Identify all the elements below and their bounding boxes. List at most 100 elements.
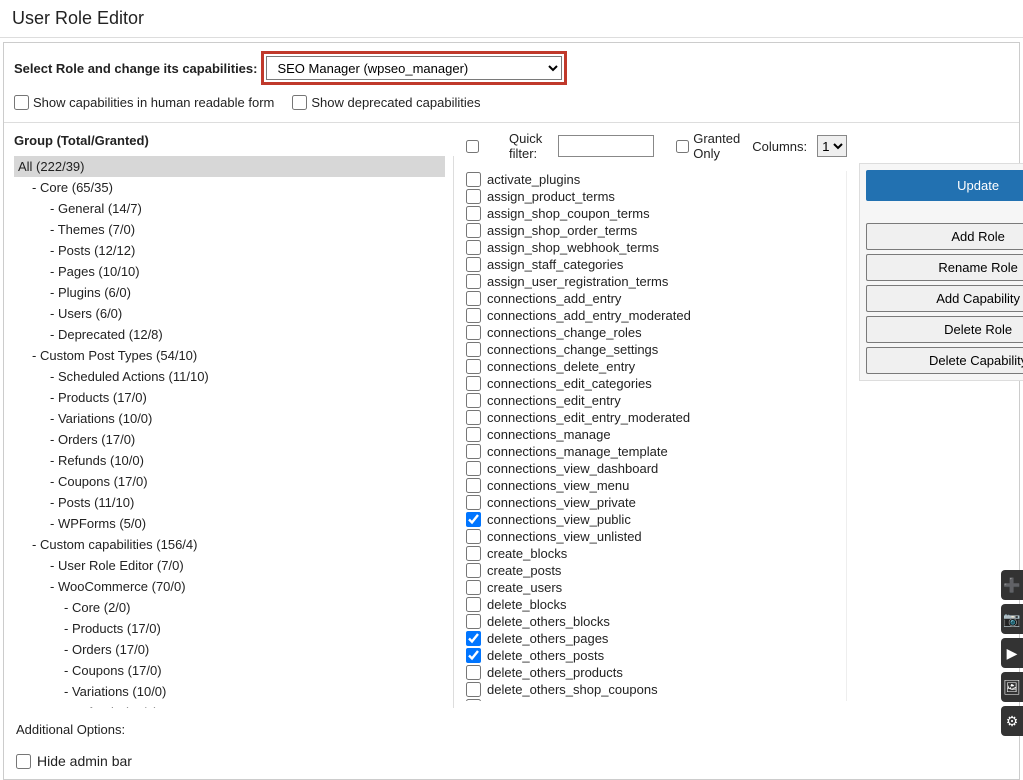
capability-checkbox[interactable] [466, 274, 481, 289]
capability-checkbox[interactable] [466, 189, 481, 204]
page-title: User Role Editor [0, 0, 1023, 38]
delete-capability-button[interactable]: Delete Capability [866, 347, 1023, 374]
right-dock: ➕ 📷 ▶ 🖼 ⚙ [1001, 570, 1023, 740]
capability-checkbox[interactable] [466, 393, 481, 408]
capability-checkbox[interactable] [466, 359, 481, 374]
group-item[interactable]: Products (17/0) [14, 618, 445, 639]
capability-label: connections_change_settings [487, 342, 658, 357]
group-item[interactable]: Plugins (6/0) [14, 282, 445, 303]
group-item[interactable]: Products (17/0) [14, 387, 445, 408]
granted-only-checkbox[interactable] [676, 139, 689, 154]
deprecated-checkbox[interactable] [292, 95, 307, 110]
delete-role-button[interactable]: Delete Role [866, 316, 1023, 343]
capability-label: connections_add_entry [487, 291, 621, 306]
capability-checkbox[interactable] [466, 495, 481, 510]
group-item[interactable]: User Role Editor (7/0) [14, 555, 445, 576]
group-item[interactable]: Coupons (17/0) [14, 471, 445, 492]
dock-icon[interactable]: 🖼 [1001, 672, 1023, 702]
capability-checkbox[interactable] [466, 172, 481, 187]
capability-checkbox[interactable] [466, 291, 481, 306]
group-item[interactable]: Users (6/0) [14, 303, 445, 324]
capability-label: delete_others_pages [487, 631, 608, 646]
dock-icon[interactable]: ⚙ [1001, 706, 1023, 736]
capability-checkbox[interactable] [466, 478, 481, 493]
group-item[interactable]: General (14/7) [14, 198, 445, 219]
group-item[interactable]: Variations (10/0) [14, 681, 445, 702]
group-item[interactable]: Themes (7/0) [14, 219, 445, 240]
group-item[interactable]: Custom capabilities (156/4) [14, 534, 445, 555]
group-item[interactable]: WooCommerce (70/0) [14, 576, 445, 597]
capability-checkbox[interactable] [466, 529, 481, 544]
capability-checkbox[interactable] [466, 240, 481, 255]
rename-role-button[interactable]: Rename Role [866, 254, 1023, 281]
role-select[interactable]: SEO Manager (wpseo_manager) [266, 56, 562, 80]
capability-label: delete_others_shop_coupons [487, 682, 658, 697]
capability-checkbox[interactable] [466, 699, 481, 701]
capability-label: create_posts [487, 563, 561, 578]
update-button[interactable]: Update [866, 170, 1023, 201]
action-panel: Update Add Role Rename Role Add Capabili… [859, 163, 1023, 381]
add-capability-button[interactable]: Add Capability [866, 285, 1023, 312]
capability-checkbox[interactable] [466, 444, 481, 459]
add-role-button[interactable]: Add Role [866, 223, 1023, 250]
capability-checkbox[interactable] [466, 342, 481, 357]
group-item[interactable]: WPForms (5/0) [14, 513, 445, 534]
group-item[interactable]: All (222/39) [14, 156, 445, 177]
group-item[interactable]: Coupons (17/0) [14, 660, 445, 681]
capability-checkbox[interactable] [466, 563, 481, 578]
group-item[interactable]: Orders (17/0) [14, 429, 445, 450]
group-item[interactable]: Core (65/35) [14, 177, 445, 198]
dock-icon[interactable]: ➕ [1001, 570, 1023, 600]
capability-checkbox[interactable] [466, 461, 481, 476]
select-all-checkbox[interactable] [466, 139, 479, 154]
capability-checkbox[interactable] [466, 325, 481, 340]
group-item[interactable]: Variations (10/0) [14, 408, 445, 429]
group-item[interactable]: Posts (12/12) [14, 240, 445, 261]
capability-checkbox[interactable] [466, 308, 481, 323]
capability-checkbox[interactable] [466, 682, 481, 697]
capability-row: activate_plugins [466, 171, 838, 188]
group-item[interactable]: Core (2/0) [14, 597, 445, 618]
capability-checkbox[interactable] [466, 631, 481, 646]
capability-checkbox[interactable] [466, 665, 481, 680]
deprecated-option[interactable]: Show deprecated capabilities [292, 95, 480, 110]
capability-row: connections_view_menu [466, 477, 838, 494]
capability-checkbox[interactable] [466, 512, 481, 527]
additional-options-title: Additional Options: [16, 722, 1007, 737]
hide-admin-bar-option[interactable]: Hide admin bar [16, 753, 1007, 769]
human-readable-checkbox[interactable] [14, 95, 29, 110]
human-readable-option[interactable]: Show capabilities in human readable form [14, 95, 274, 110]
capability-checkbox[interactable] [466, 614, 481, 629]
capability-row: assign_user_registration_terms [466, 273, 838, 290]
group-item[interactable]: Deprecated (12/8) [14, 324, 445, 345]
capability-checkbox[interactable] [466, 597, 481, 612]
dock-icon[interactable]: ▶ [1001, 638, 1023, 668]
quick-filter-label: Quick filter: [509, 131, 548, 161]
capability-checkbox[interactable] [466, 257, 481, 272]
capability-checkbox[interactable] [466, 410, 481, 425]
dock-icon[interactable]: 📷 [1001, 604, 1023, 634]
granted-only-option[interactable]: Granted Only [676, 131, 742, 161]
capability-checkbox[interactable] [466, 206, 481, 221]
group-item[interactable]: Orders (17/0) [14, 639, 445, 660]
capability-checkbox[interactable] [466, 546, 481, 561]
group-item[interactable]: Pages (10/10) [14, 261, 445, 282]
capability-row: connections_view_dashboard [466, 460, 838, 477]
group-item[interactable]: Posts (11/10) [14, 492, 445, 513]
quick-filter-input[interactable] [558, 135, 654, 157]
capability-checkbox[interactable] [466, 580, 481, 595]
hide-admin-bar-checkbox[interactable] [16, 754, 31, 769]
group-item[interactable]: Scheduled Actions (11/10) [14, 366, 445, 387]
group-item[interactable]: Custom Post Types (54/10) [14, 345, 445, 366]
role-select-highlight: SEO Manager (wpseo_manager) [261, 51, 567, 85]
capability-checkbox[interactable] [466, 376, 481, 391]
group-item[interactable]: Refunds (10/0) [14, 702, 445, 708]
capability-checkbox[interactable] [466, 427, 481, 442]
capability-checkbox[interactable] [466, 648, 481, 663]
capability-checkbox[interactable] [466, 223, 481, 238]
capability-label: connections_edit_entry [487, 393, 621, 408]
columns-select[interactable]: 1 [817, 135, 847, 157]
group-item[interactable]: Refunds (10/0) [14, 450, 445, 471]
capability-label: connections_add_entry_moderated [487, 308, 691, 323]
capability-row: delete_others_posts [466, 647, 838, 664]
